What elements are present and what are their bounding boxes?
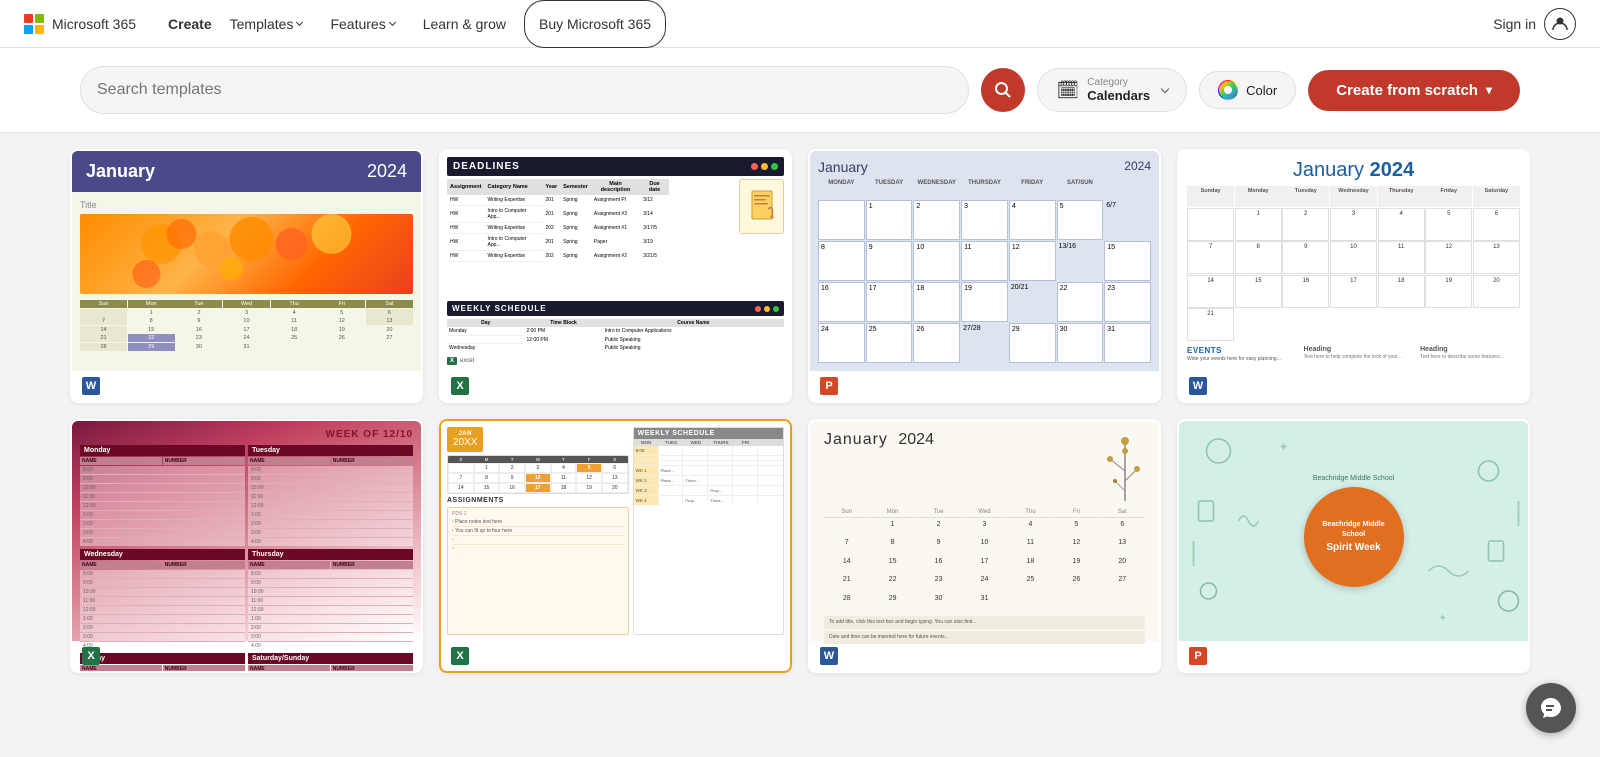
nav-items: Templates Features Learn & grow Buy Micr… — [216, 0, 666, 48]
word-icon: W — [82, 377, 100, 395]
search-input[interactable] — [97, 81, 952, 99]
search-box — [80, 66, 969, 114]
template-card-events[interactable]: January 2024 Sunday Monday Tuesday Wedne… — [1177, 149, 1530, 403]
category-icon: 🗓 — [1056, 80, 1079, 101]
category-button[interactable]: 🗓 Category Calendars — [1037, 68, 1187, 112]
search-icon — [994, 81, 1012, 99]
chat-icon — [1539, 696, 1563, 720]
microsoft-logo-icon — [24, 14, 44, 34]
template-card-pink-weekly[interactable]: WEEK OF 12/10 Monday NAME NUMBER 8:00 9:… — [70, 419, 423, 673]
nav-create-label: Create — [168, 16, 212, 32]
template-preview-spirit-week: ✦ ✦ Beachridge Middle School Beachridge … — [1179, 421, 1528, 641]
template-card-monthly-ppt[interactable]: January 2024 MONDAY TUESDAY WEDNESDAY TH… — [808, 149, 1161, 403]
template-preview-elegant: January 2024 — [810, 421, 1159, 641]
card-footer-jan2024: W — [72, 371, 421, 401]
word-icon-2: W — [1189, 377, 1207, 395]
logo[interactable]: Microsoft 365 — [24, 14, 136, 34]
svg-text:✦: ✦ — [1279, 440, 1289, 454]
templates-grid: January 2024 Title — [70, 149, 1530, 673]
svg-text:✦: ✦ — [1439, 613, 1447, 624]
template-card-jan2024-word[interactable]: January 2024 Title — [70, 149, 423, 403]
chat-button[interactable] — [1526, 683, 1576, 733]
templates-chevron-icon — [296, 19, 303, 26]
navigation: Microsoft 365 Create Templates Features … — [0, 0, 1600, 48]
nav-templates[interactable]: Templates — [216, 0, 317, 48]
excel-icon: X — [451, 377, 469, 395]
template-preview-pink-weekly: WEEK OF 12/10 Monday NAME NUMBER 8:00 9:… — [72, 421, 421, 641]
template-card-deadlines[interactable]: DEADLINES Assignment — [439, 149, 792, 403]
signin-button[interactable]: Sign in — [1493, 8, 1576, 40]
template-preview-deadlines: DEADLINES Assignment — [441, 151, 790, 371]
create-from-scratch-button[interactable]: Create from scratch ▾ — [1308, 70, 1520, 111]
card-footer-deadlines: X — [441, 371, 790, 401]
excel-icon-2: X — [82, 647, 100, 665]
template-card-elegant[interactable]: January 2024 — [808, 419, 1161, 673]
category-chevron-icon — [1161, 84, 1169, 92]
ppt-icon-2: P — [1189, 647, 1207, 665]
card-footer-monthly: P — [810, 371, 1159, 401]
search-area: 🗓 Category Calendars Color Create from s… — [0, 48, 1600, 133]
template-preview-events: January 2024 Sunday Monday Tuesday Wedne… — [1179, 151, 1528, 371]
card-footer-elegant: W — [810, 641, 1159, 671]
create-chevron-icon: ▾ — [1486, 83, 1492, 97]
color-button[interactable]: Color — [1199, 71, 1296, 109]
color-wheel-icon — [1218, 80, 1238, 100]
card-footer-spirit: P — [1179, 641, 1528, 671]
nav-features[interactable]: Features — [316, 0, 408, 48]
features-chevron-icon — [389, 19, 396, 26]
excel-icon-3: X — [451, 647, 469, 665]
template-preview-jan2024: January 2024 Title — [72, 151, 421, 371]
card-footer-assignment: X — [441, 641, 790, 671]
templates-area: January 2024 Title — [0, 133, 1600, 689]
search-button[interactable] — [981, 68, 1025, 112]
nav-buy-button[interactable]: Buy Microsoft 365 — [524, 0, 666, 48]
card-footer-events: W — [1179, 371, 1528, 401]
nav-learn-grow[interactable]: Learn & grow — [409, 0, 520, 48]
ppt-icon: P — [820, 377, 838, 395]
logo-text: Microsoft 365 — [52, 16, 136, 32]
word-icon-3: W — [820, 647, 838, 665]
template-preview-assignment: JAN 20XX S M T W T F — [441, 421, 790, 641]
template-card-assignment[interactable]: JAN 20XX S M T W T F — [439, 419, 792, 673]
template-preview-monthly: January 2024 MONDAY TUESDAY WEDNESDAY TH… — [810, 151, 1159, 371]
category-label: Category Calendars — [1087, 77, 1150, 103]
template-card-spirit-week[interactable]: ✦ ✦ Beachridge Middle School Beachridge … — [1177, 419, 1530, 673]
avatar-icon — [1544, 8, 1576, 40]
